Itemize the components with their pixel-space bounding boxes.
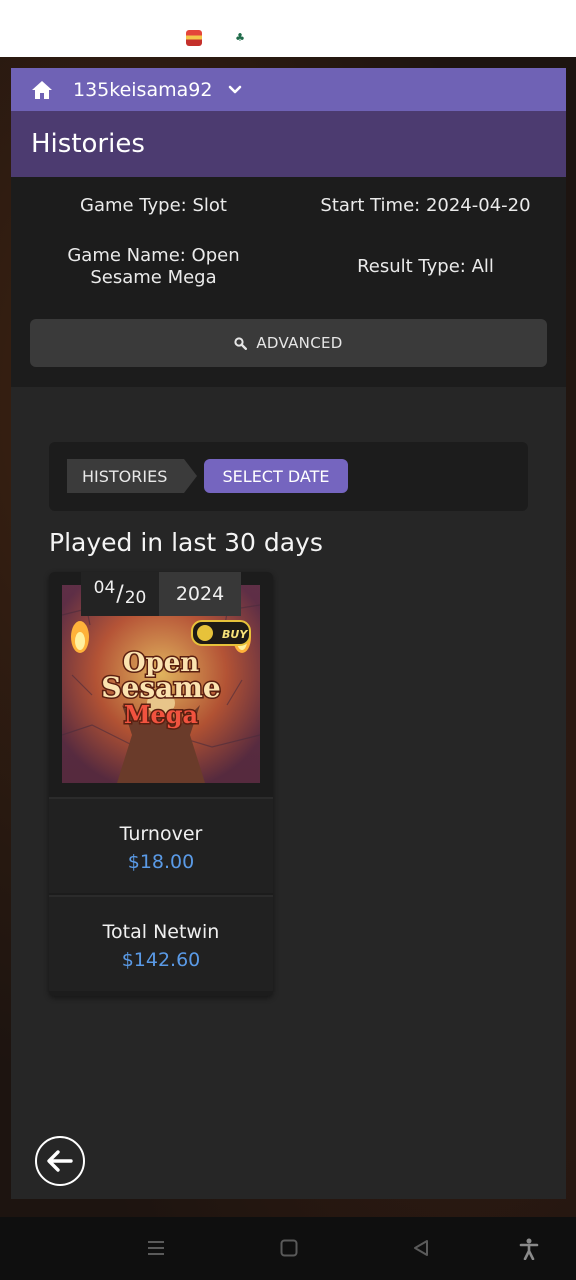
turnover-label: Turnover: [119, 823, 203, 845]
breadcrumb-histories[interactable]: HISTORIES: [67, 459, 197, 493]
triangle-back-icon[interactable]: [411, 1238, 431, 1258]
advanced-search-button[interactable]: ADVANCED: [30, 319, 547, 367]
notification-app-icon-2: ♣: [235, 31, 245, 44]
filter-summary: Game Type: Slot Start Time: 2024-04-20 G…: [11, 177, 566, 387]
netwin-value: $142.60: [121, 949, 201, 971]
arrow-left-icon: [47, 1150, 73, 1172]
account-bar[interactable]: 135keisama92: [11, 68, 566, 111]
status-bar: ♣: [0, 0, 576, 57]
histories-panel: 135keisama92 Histories Game Type: Slot S…: [11, 68, 566, 1199]
game-history-card[interactable]: BUY Open Sesame Mega 04/20 2024 Turnover…: [49, 572, 273, 996]
system-navigation-bar: [0, 1217, 576, 1280]
turnover-value: $18.00: [127, 851, 195, 873]
game-name-filter: Game Name: Open Sesame Mega: [15, 245, 292, 289]
netwin-label: Total Netwin: [102, 921, 220, 943]
page-header: Histories: [11, 111, 566, 177]
date-day-badge: 04/20: [81, 572, 159, 616]
square-icon[interactable]: [279, 1238, 299, 1258]
start-time-filter: Start Time: 2024-04-20: [320, 195, 531, 216]
buy-badge-text: BUY: [222, 628, 248, 641]
notification-app-icon: [186, 30, 202, 46]
date-day: 20: [124, 588, 147, 608]
date-year-badge: 2024: [159, 572, 241, 616]
breadcrumb-select-date[interactable]: SELECT DATE: [204, 459, 348, 493]
game-type-filter: Game Type: Slot: [80, 195, 227, 216]
section-title: Played in last 30 days: [49, 528, 323, 557]
menu-icon[interactable]: [146, 1238, 166, 1258]
home-icon[interactable]: [31, 80, 53, 100]
turnover-stat: Turnover $18.00: [49, 797, 273, 893]
search-icon: [234, 336, 248, 350]
game-name-line-1: Game Name: Open: [67, 245, 240, 266]
history-content: HISTORIES SELECT DATE Played in last 30 …: [11, 387, 566, 1199]
breadcrumb: HISTORIES SELECT DATE: [49, 442, 528, 511]
page-title: Histories: [31, 129, 145, 159]
chevron-down-icon[interactable]: [228, 85, 242, 95]
netwin-stat: Total Netwin $142.60: [49, 895, 273, 991]
advanced-label: ADVANCED: [256, 334, 343, 352]
back-button[interactable]: [35, 1136, 85, 1186]
username[interactable]: 135keisama92: [73, 79, 212, 101]
accessibility-icon[interactable]: [519, 1238, 539, 1260]
date-month: 04: [93, 578, 116, 598]
game-art-title-3: Mega: [124, 700, 198, 729]
game-name-line-2: Sesame Mega: [90, 267, 217, 288]
result-type-filter: Result Type: All: [357, 256, 494, 277]
